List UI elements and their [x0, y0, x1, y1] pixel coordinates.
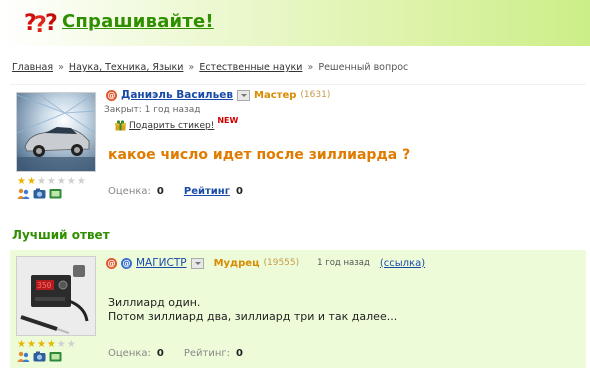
- breadcrumb: Главная » Наука, Техника, Языки » Естест…: [12, 62, 408, 73]
- car-avatar-image: [17, 93, 95, 171]
- star-empty-icon: ★: [36, 176, 46, 187]
- breadcrumb-separator: »: [58, 62, 64, 73]
- new-badge: NEW: [217, 116, 239, 125]
- star-empty-icon: ★: [76, 176, 86, 187]
- score-label: Оценка:: [108, 348, 151, 359]
- site-title-link[interactable]: Спрашивайте!: [62, 11, 214, 32]
- answerer-name-link[interactable]: МАГИСТР: [136, 257, 187, 269]
- star-empty-icon: ★: [46, 176, 56, 187]
- rating-value: 0: [235, 186, 243, 197]
- video-icon[interactable]: [49, 188, 62, 199]
- score-label: Оценка:: [108, 186, 151, 197]
- gift-icon: [115, 120, 126, 131]
- asker-avatar[interactable]: [16, 92, 96, 172]
- star-filled-icon: ★: [46, 339, 56, 350]
- photo-icon[interactable]: [33, 351, 46, 362]
- breadcrumb-home[interactable]: Главная: [12, 62, 53, 73]
- answer-text: Зиллиард один. Потом зиллиард два, зилли…: [108, 296, 397, 324]
- answerer-star-rating: ★ ★ ★ ★ ★ ★: [17, 340, 76, 350]
- answerer-avatar[interactable]: 350: [16, 256, 96, 336]
- question-score-row: Оценка: 0 Рейтинг 0: [108, 186, 243, 197]
- at-user-icon: @: [106, 89, 117, 101]
- score-value: 0: [156, 348, 164, 359]
- answer-permalink[interactable]: (ссылка): [380, 258, 425, 269]
- star-filled-icon: ★: [17, 339, 26, 350]
- star-empty-icon: ★: [66, 339, 76, 350]
- photo-icon[interactable]: [33, 188, 46, 199]
- gift-sticker-link[interactable]: Подарить стикер!: [129, 121, 214, 131]
- rating-label: Рейтинг:: [183, 348, 231, 359]
- star-filled-icon: ★: [26, 339, 36, 350]
- star-empty-icon: ★: [56, 339, 66, 350]
- answerer-action-icons: [17, 351, 62, 362]
- breadcrumb-separator: »: [188, 62, 195, 73]
- asker-action-icons: [17, 188, 62, 199]
- breadcrumb-current: Решенный вопрос: [318, 62, 409, 73]
- asker-star-rating: ★ ★ ★ ★ ★ ★ ★: [17, 177, 86, 187]
- star-filled-icon: ★: [17, 176, 26, 187]
- asker-points: (1631): [300, 90, 331, 100]
- star-filled-icon: ★: [26, 176, 36, 187]
- asker-rank: Мастер: [254, 89, 297, 101]
- question-title: какое число идет после зиллиарда ?: [108, 147, 411, 163]
- user-menu-dropdown-icon[interactable]: [190, 257, 204, 269]
- user-menu-dropdown-icon[interactable]: [237, 89, 251, 101]
- at-user-icon: @: [121, 257, 132, 269]
- site-header: ? ? ? Спрашивайте!: [0, 0, 590, 46]
- star-empty-icon: ★: [66, 176, 76, 187]
- breadcrumb-science-tech[interactable]: Наука, Техника, Языки: [69, 62, 184, 73]
- answerer-rank: Мудрец: [213, 257, 260, 269]
- question-marks-icon[interactable]: ? ? ?: [24, 9, 60, 35]
- at-user-icon: @: [106, 257, 117, 269]
- video-icon[interactable]: [49, 351, 62, 362]
- asker-info-row: @ Даниэль Васильев Мастер (1631): [106, 89, 330, 101]
- answerer-points: (19555): [263, 258, 300, 268]
- answer-text-line: Зиллиард один.: [108, 296, 201, 309]
- answer-score-row: Оценка: 0 Рейтинг: 0: [108, 348, 243, 359]
- star-empty-icon: ★: [56, 176, 66, 187]
- answer-time: 1 год назад: [317, 258, 370, 268]
- breadcrumb-natural-sciences[interactable]: Естественные науки: [199, 62, 302, 73]
- best-answer-heading: Лучший ответ: [12, 228, 110, 242]
- answer-text-line: Потом зиллиард два, зиллиард три и так д…: [108, 310, 398, 323]
- friends-icon[interactable]: [17, 188, 30, 199]
- question-closed-status: Закрыт: 1 год назад: [104, 105, 201, 115]
- rating-value: 0: [236, 348, 244, 359]
- breadcrumb-separator: »: [307, 62, 314, 73]
- rating-link[interactable]: Рейтинг: [184, 186, 230, 197]
- answerer-info-row: @ @ МАГИСТР Мудрец (19555) 1 год назад (…: [106, 257, 425, 269]
- svg-text:350: 350: [37, 281, 52, 290]
- gift-sticker-row: Подарить стикер! NEW: [115, 116, 238, 131]
- soldering-station-image: 350: [17, 257, 95, 335]
- asker-name-link[interactable]: Даниэль Васильев: [121, 89, 233, 101]
- star-filled-icon: ★: [36, 339, 46, 350]
- svg-text:?: ?: [45, 11, 58, 35]
- score-value: 0: [156, 186, 164, 197]
- friends-icon[interactable]: [17, 351, 30, 362]
